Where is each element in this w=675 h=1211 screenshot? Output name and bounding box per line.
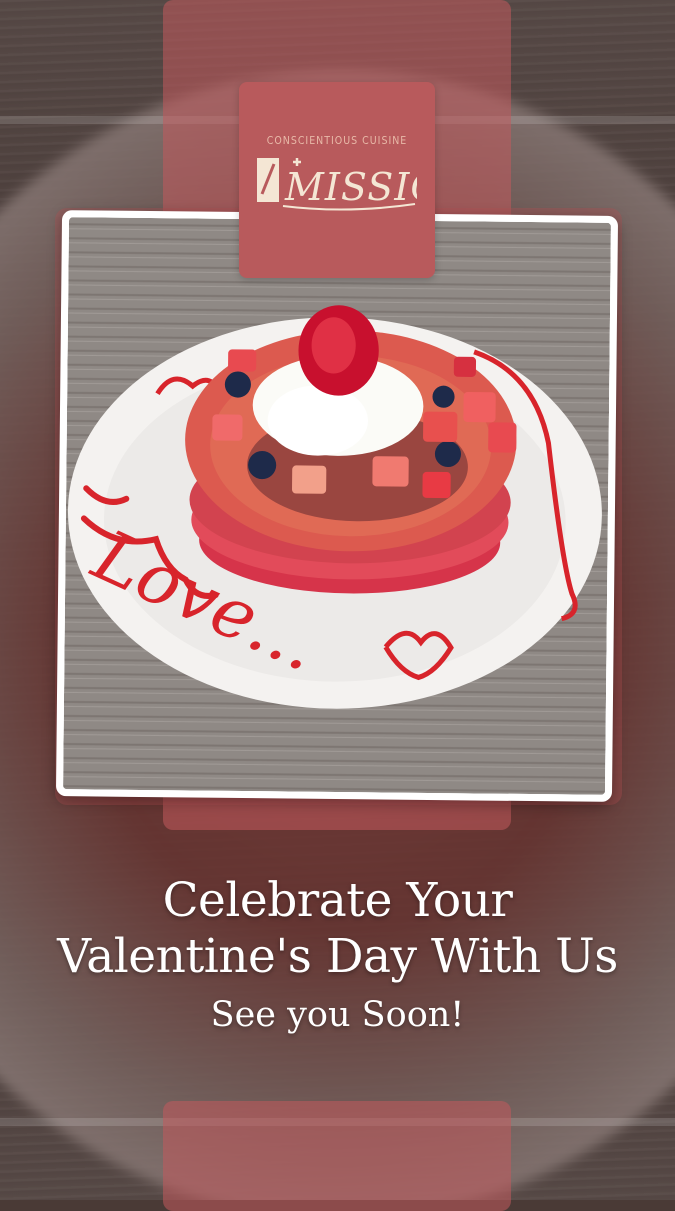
subheadline: See you Soon!	[210, 995, 465, 1035]
headline-line-2: Valentine's Day With Us	[57, 929, 618, 984]
pancake-illustration: Love...	[63, 217, 611, 795]
logo-wordmark-text: MISSION	[284, 165, 417, 209]
logo-wordmark: MISSION	[257, 158, 417, 211]
headline-line-1: Celebrate Your	[162, 873, 513, 928]
logo-tagline: CONSCIENTIOUS CUISINE	[266, 135, 408, 147]
mission-logo: CONSCIENTIOUS CUISINE MISSION	[239, 82, 435, 278]
pancake-photo-frame: Love...	[55, 210, 619, 802]
pancake-photo: Love...	[63, 217, 611, 795]
headline: Celebrate Your Valentine's Day With Us	[0, 873, 675, 985]
pink-column-bottom	[163, 1101, 511, 1211]
